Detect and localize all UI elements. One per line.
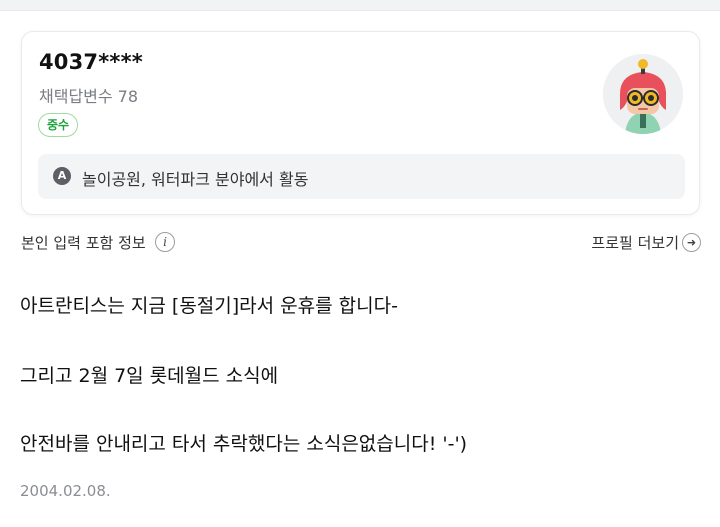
avatar-character-icon[interactable] [603, 54, 683, 134]
activity-icon: A [53, 167, 71, 185]
answer-date: 2004.02.08. [20, 482, 111, 500]
avatar-illustration [603, 54, 683, 134]
activity-field-box: A 놀이공원, 워터파크 분야에서 활동 [38, 154, 685, 199]
info-icon[interactable]: i [155, 232, 175, 252]
username[interactable]: 4037**** [39, 50, 143, 74]
activity-field-text: 놀이공원, 워터파크 분야에서 활동 [82, 170, 309, 189]
arrow-right-circle-icon[interactable]: ➜ [682, 233, 701, 252]
answer-line: 안전바를 안내리고 타서 추락했다는 소식은없습니다! '-') [20, 433, 468, 455]
grade-badge: 중수 [38, 113, 79, 137]
top-bar [0, 0, 720, 11]
info-row: 본인 입력 포함 정보 i 프로필 더보기 ➜ [21, 231, 701, 253]
adopted-answers-count: 채택답변수 78 [39, 87, 139, 106]
profile-card: 4037**** 채택답변수 78 중수 A 놀이공원, 워터파크 분야에서 활… [21, 31, 700, 215]
profile-more-link[interactable]: 프로필 더보기 [591, 232, 679, 253]
answer-line: 아트란티스는 지금 [동절기]라서 운휴를 합니다- [20, 295, 398, 317]
self-input-info-label: 본인 입력 포함 정보 [21, 234, 146, 252]
answer-line: 그리고 2월 7일 롯데월드 소식에 [20, 365, 279, 387]
